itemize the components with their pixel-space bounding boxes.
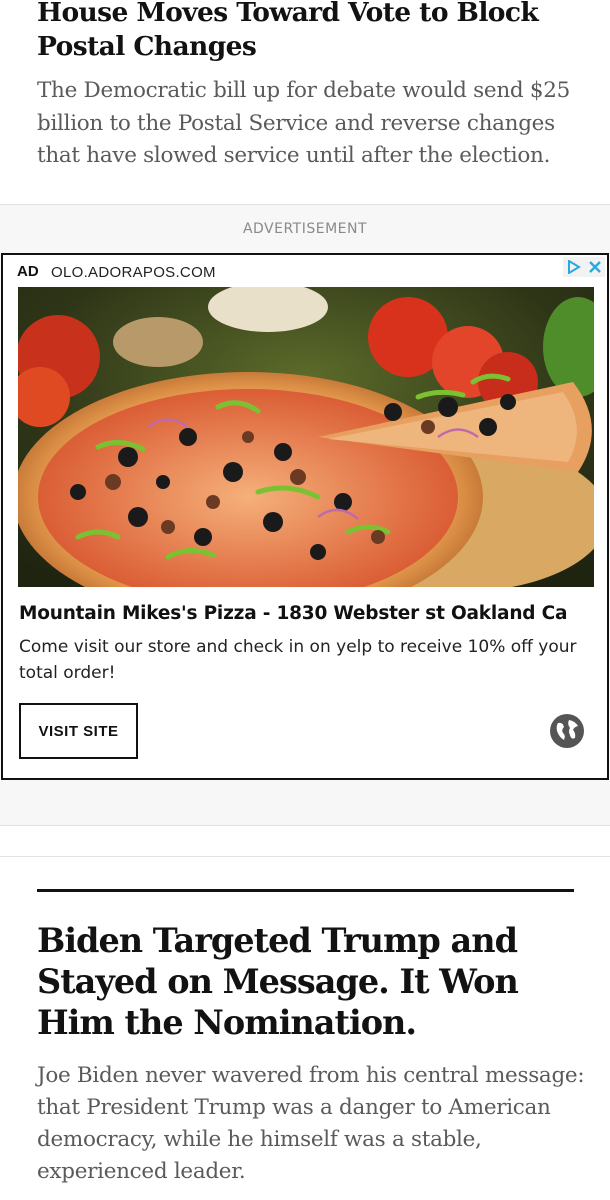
story-headline[interactable]: Biden Targeted Trump and Stayed on Messa… <box>37 920 582 1043</box>
section-divider <box>37 889 574 892</box>
pizza-photo[interactable] <box>18 287 594 587</box>
ad-unit[interactable]: AD OLO.ADORAPOS.COM Mountain Mikes's Piz… <box>1 253 609 780</box>
advertisement-label: ADVERTISEMENT <box>242 221 368 237</box>
pizza-illustration <box>18 287 594 587</box>
ad-choices-controls <box>563 257 605 277</box>
ad-title[interactable]: Mountain Mikes's Pizza - 1830 Webster st… <box>19 603 599 624</box>
ad-body: Come visit our store and check in on yel… <box>19 637 577 683</box>
story-summary: The Democratic bill up for debate would … <box>37 78 571 168</box>
second-story[interactable]: Biden Targeted Trump and Stayed on Messa… <box>0 856 610 1200</box>
story-headline[interactable]: House Moves Toward Vote to Block Postal … <box>37 0 582 64</box>
ad-domain[interactable]: OLO.ADORAPOS.COM <box>51 264 216 281</box>
adchoices-icon[interactable] <box>563 257 584 277</box>
story-summary: Joe Biden never wavered from his central… <box>37 1063 585 1184</box>
close-icon[interactable] <box>584 257 605 277</box>
visit-site-button[interactable]: VISIT SITE <box>19 703 138 759</box>
top-story[interactable]: House Moves Toward Vote to Block Postal … <box>0 0 610 204</box>
advertisement-section: ADVERTISEMENT AD OLO.ADORAPOS.COM Mounta… <box>0 204 610 826</box>
globe-icon[interactable] <box>549 713 585 749</box>
ad-tag: AD <box>17 263 39 280</box>
